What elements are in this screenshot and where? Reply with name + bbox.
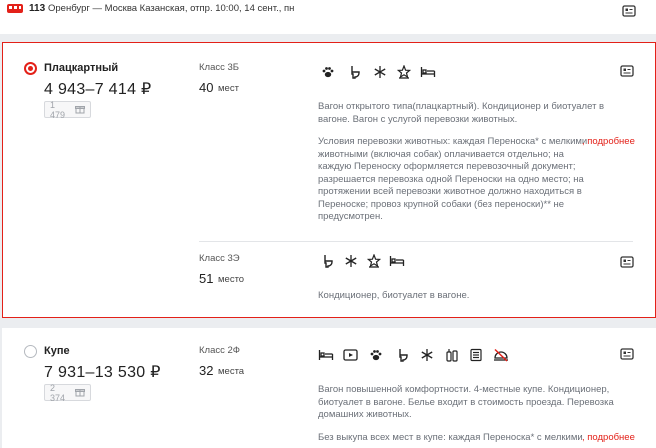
seats-count: 51 [199,271,214,286]
animal-conditions-line: разрешается перевозка одной Переноски на… [318,173,584,185]
seats-word: места [218,366,245,377]
snowflake-icon [343,253,359,269]
snowflake-icon [419,347,435,363]
animal-conditions-line: предусмотрен. [318,211,383,222]
paw-icon [320,64,336,80]
price-range: 7 931–13 530 ₽ [44,364,161,381]
bonus-badge: 2 374 [44,382,91,403]
toilet-icon [320,253,336,269]
car-info-icon[interactable] [619,63,635,79]
class-label: Класс 2Ф [199,345,241,356]
class-label: Класс 3Э [199,253,240,264]
bed-icon [420,64,436,80]
newspaper-icon [468,347,484,363]
paw-icon [368,347,384,363]
star-hat-icon [396,64,412,80]
seats-count: 40 [199,80,214,95]
train-number: 113 [29,3,46,14]
car-type-label: Плацкартный [44,62,119,74]
gift-icon [75,387,85,399]
bed-icon [389,253,405,269]
snowflake-icon [372,64,388,80]
bonus-value: 2 374 [50,382,66,403]
seats-word: место [218,274,245,285]
divider [199,241,633,242]
no-food-icon [493,347,509,363]
radio-platzkart[interactable] [24,62,37,75]
gift-icon [75,104,85,116]
toilet-icon [347,64,363,80]
hygiene-icon [444,347,460,363]
train-icon [6,2,24,16]
car-type-label: Купе [44,345,70,357]
tv-icon [342,347,358,363]
toilet-icon [395,347,411,363]
car-description: Кондиционер, биотуалет в вагоне. [318,290,470,301]
more-link[interactable]: , подробнее [582,432,635,445]
animal-conditions-line: Переноске; провоз крупной собаки (без пе… [318,198,565,210]
radio-kupe[interactable] [24,345,37,358]
car-description: Вагон открытого типа(плацкартный). Конди… [318,101,605,125]
car-info-icon[interactable] [619,254,635,270]
animal-conditions-line: каждую Переноску оформляется перевозочны… [318,161,576,172]
train-header-card: 113 Оренбург — Москва Казанская, отпр. 1… [0,0,656,34]
star-hat-icon [366,253,382,269]
bonus-badge: 1 479 [44,99,91,120]
more-link[interactable]: , подробнее [582,136,635,149]
class-label: Класс 3Б [199,62,240,73]
bed-icon [318,347,334,363]
bonus-value: 1 479 [50,99,66,120]
animal-conditions: Условия перевозки животных: каждая Перен… [318,136,638,224]
animal-conditions-line: животными (включая собак) оплачивается о… [318,148,564,160]
car-description: Вагон повышенной комфортности. 4-местные… [318,384,614,420]
price-range: 4 943–7 414 ₽ [44,81,152,98]
train-route: Оренбург — Москва Казанская, отпр. 10:00… [48,3,295,14]
seats-word: мест [218,83,239,94]
train-info-icon[interactable] [621,3,637,19]
car-info-icon[interactable] [619,346,635,362]
animal-conditions-line: протяжении всей перевозки животное должн… [318,186,582,197]
seats-count: 32 [199,363,214,378]
